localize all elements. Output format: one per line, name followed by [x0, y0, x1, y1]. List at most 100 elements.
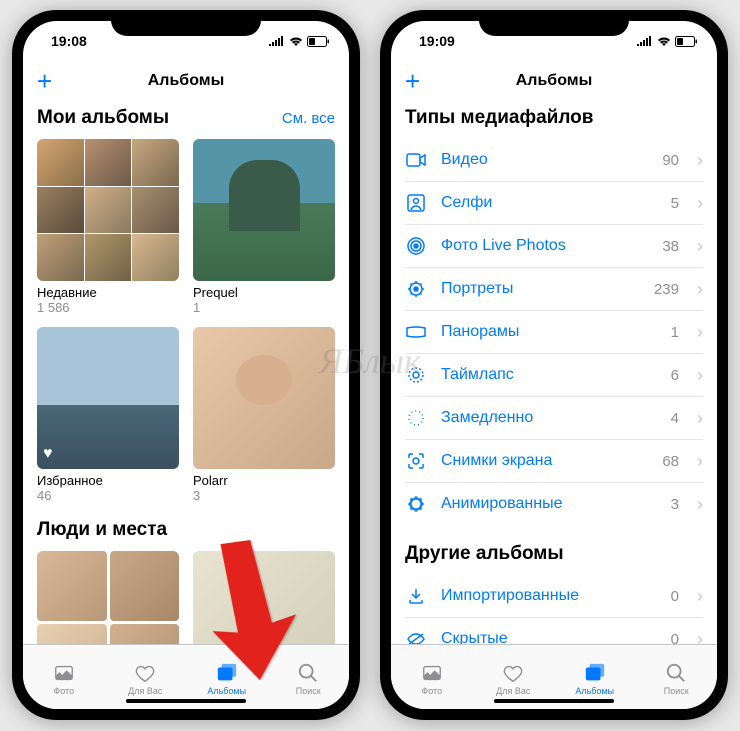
- chevron-right-icon: ›: [697, 279, 703, 300]
- tab-photos[interactable]: Фото: [23, 645, 105, 709]
- album-count: 46: [37, 488, 179, 503]
- add-button[interactable]: +: [37, 66, 52, 97]
- nav-bar: + Альбомы: [23, 61, 349, 101]
- pano-icon: [405, 326, 427, 338]
- chevron-right-icon: ›: [697, 451, 703, 472]
- section-my-albums: Мои альбомы: [37, 107, 169, 129]
- animated-icon: [405, 495, 427, 513]
- search-icon: [296, 662, 320, 684]
- chevron-right-icon: ›: [697, 365, 703, 386]
- tab-label: Альбомы: [207, 686, 246, 696]
- row-selfie[interactable]: Селфи 5 ›: [405, 182, 703, 225]
- row-label: Видео: [441, 151, 648, 169]
- row-video[interactable]: Видео 90 ›: [405, 139, 703, 182]
- chevron-right-icon: ›: [697, 408, 703, 429]
- album-name: Prequel: [193, 285, 335, 300]
- album-thumbnail: ♥: [37, 327, 179, 469]
- add-button[interactable]: +: [405, 66, 420, 97]
- phone-right: 19:09 + Альбомы Типы медиафайлов: [380, 10, 728, 720]
- search-icon: [664, 662, 688, 684]
- phone-left: 19:08 + Альбомы Мои альбомы См. все: [12, 10, 360, 720]
- row-panorama[interactable]: Панорамы 1 ›: [405, 311, 703, 354]
- row-screenshot[interactable]: Снимки экрана 68 ›: [405, 440, 703, 483]
- chevron-right-icon: ›: [697, 586, 703, 607]
- album-thumbnail: [37, 139, 179, 281]
- face-thumb: [110, 551, 180, 621]
- home-indicator[interactable]: [126, 699, 246, 703]
- status-icons: [637, 36, 697, 47]
- row-portrait[interactable]: Портреты 239 ›: [405, 268, 703, 311]
- row-label: Селфи: [441, 194, 657, 212]
- tab-search[interactable]: Поиск: [636, 645, 718, 709]
- album-thumbnail: [193, 327, 335, 469]
- content-right[interactable]: Типы медиафайлов Видео 90 › Селфи 5 ›: [391, 101, 717, 644]
- row-count: 0: [671, 588, 679, 605]
- media-types-list: Видео 90 › Селфи 5 › Фото Live Photos 38: [405, 139, 703, 525]
- nav-bar: + Альбомы: [391, 61, 717, 101]
- row-count: 0: [671, 631, 679, 645]
- status-time: 19:09: [419, 33, 455, 49]
- people-album[interactable]: [37, 551, 179, 644]
- album-recents[interactable]: Недавние 1 586: [37, 139, 179, 315]
- tab-photos[interactable]: Фото: [391, 645, 473, 709]
- row-hidden[interactable]: Скрытые 0 ›: [405, 618, 703, 644]
- nav-title: Альбомы: [516, 72, 593, 90]
- row-label: Портреты: [441, 280, 640, 298]
- row-label: Панорамы: [441, 323, 657, 341]
- row-count: 4: [671, 410, 679, 427]
- row-slomo[interactable]: Замедленно 4 ›: [405, 397, 703, 440]
- tab-label: Поиск: [664, 686, 689, 696]
- tab-label: Альбомы: [575, 686, 614, 696]
- album-prequel[interactable]: Prequel 1: [193, 139, 335, 315]
- places-album[interactable]: [193, 551, 335, 644]
- status-time: 19:08: [51, 33, 87, 49]
- row-label: Импортированные: [441, 587, 657, 605]
- row-label: Снимки экрана: [441, 452, 648, 470]
- row-label: Скрытые: [441, 630, 657, 644]
- see-all-link[interactable]: См. все: [282, 110, 335, 127]
- chevron-right-icon: ›: [697, 236, 703, 257]
- album-count: 1 586: [37, 300, 179, 315]
- albums-icon: [215, 662, 239, 684]
- album-count: 3: [193, 488, 335, 503]
- timelapse-icon: [405, 366, 427, 384]
- tab-label: Для Вас: [496, 686, 530, 696]
- album-name: Избранное: [37, 473, 179, 488]
- face-thumb: [110, 624, 180, 645]
- album-thumbnail: [193, 139, 335, 281]
- tab-search[interactable]: Поиск: [268, 645, 350, 709]
- status-icons: [269, 36, 329, 47]
- content-left[interactable]: Мои альбомы См. все Недавние 1 586 Prequ…: [23, 101, 349, 644]
- row-label: Фото Live Photos: [441, 237, 648, 255]
- tab-label: Поиск: [296, 686, 321, 696]
- chevron-right-icon: ›: [697, 322, 703, 343]
- album-favorites[interactable]: ♥ Избранное 46: [37, 327, 179, 503]
- video-icon: [405, 153, 427, 167]
- tab-label: Фото: [53, 686, 74, 696]
- row-count: 90: [662, 152, 679, 169]
- home-indicator[interactable]: [494, 699, 614, 703]
- face-thumb: [37, 551, 107, 621]
- live-icon: [405, 237, 427, 255]
- section-other-albums: Другие альбомы: [405, 543, 564, 565]
- row-timelapse[interactable]: Таймлапс 6 ›: [405, 354, 703, 397]
- other-albums-list: Импортированные 0 › Скрытые 0 › Недавно …: [405, 575, 703, 644]
- row-label: Анимированные: [441, 495, 657, 513]
- notch: [479, 10, 629, 36]
- row-count: 3: [671, 496, 679, 513]
- album-count: 1: [193, 300, 335, 315]
- foryou-icon: [133, 662, 157, 684]
- chevron-right-icon: ›: [697, 150, 703, 171]
- row-animated[interactable]: Анимированные 3 ›: [405, 483, 703, 525]
- screenshot-icon: [405, 452, 427, 470]
- heart-icon: ♥: [43, 445, 53, 463]
- album-polarr[interactable]: Polarr 3: [193, 327, 335, 503]
- row-label: Замедленно: [441, 409, 657, 427]
- portrait-icon: [405, 280, 427, 298]
- row-count: 5: [671, 195, 679, 212]
- row-live[interactable]: Фото Live Photos 38 ›: [405, 225, 703, 268]
- row-imported[interactable]: Импортированные 0 ›: [405, 575, 703, 618]
- foryou-icon: [501, 662, 525, 684]
- chevron-right-icon: ›: [697, 494, 703, 515]
- row-count: 239: [654, 281, 679, 298]
